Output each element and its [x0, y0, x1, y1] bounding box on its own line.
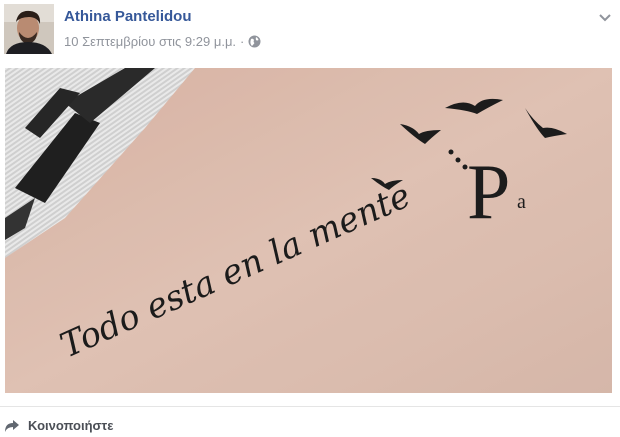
- meta-separator: ·: [240, 34, 245, 49]
- author-name[interactable]: Athina Pantelidou: [64, 8, 192, 25]
- post-header: Athina Pantelidou 10 Σεπτεμβρίου στις 9:…: [0, 0, 620, 62]
- share-button[interactable]: Κοινοποιήστε: [4, 418, 113, 433]
- share-label: Κοινοποιήστε: [28, 418, 114, 433]
- tattoo-initial: P: [467, 148, 510, 235]
- globe-icon[interactable]: [248, 35, 261, 48]
- actions-divider: [0, 406, 620, 407]
- post-photo[interactable]: Todo esta en la mente P a: [5, 68, 612, 393]
- tattoo-small-letter: a: [517, 191, 526, 213]
- avatar-image: [4, 4, 54, 54]
- share-arrow-icon: [4, 419, 20, 433]
- chevron-down-icon[interactable]: [598, 10, 612, 22]
- post-timestamp[interactable]: 10 Σεπτεμβρίου στις 9:29 μ.μ.: [64, 34, 236, 49]
- tattoo-photo: Todo esta en la mente P a: [5, 68, 612, 393]
- avatar[interactable]: [4, 4, 54, 54]
- post-meta: 10 Σεπτεμβρίου στις 9:29 μ.μ. ·: [64, 34, 261, 49]
